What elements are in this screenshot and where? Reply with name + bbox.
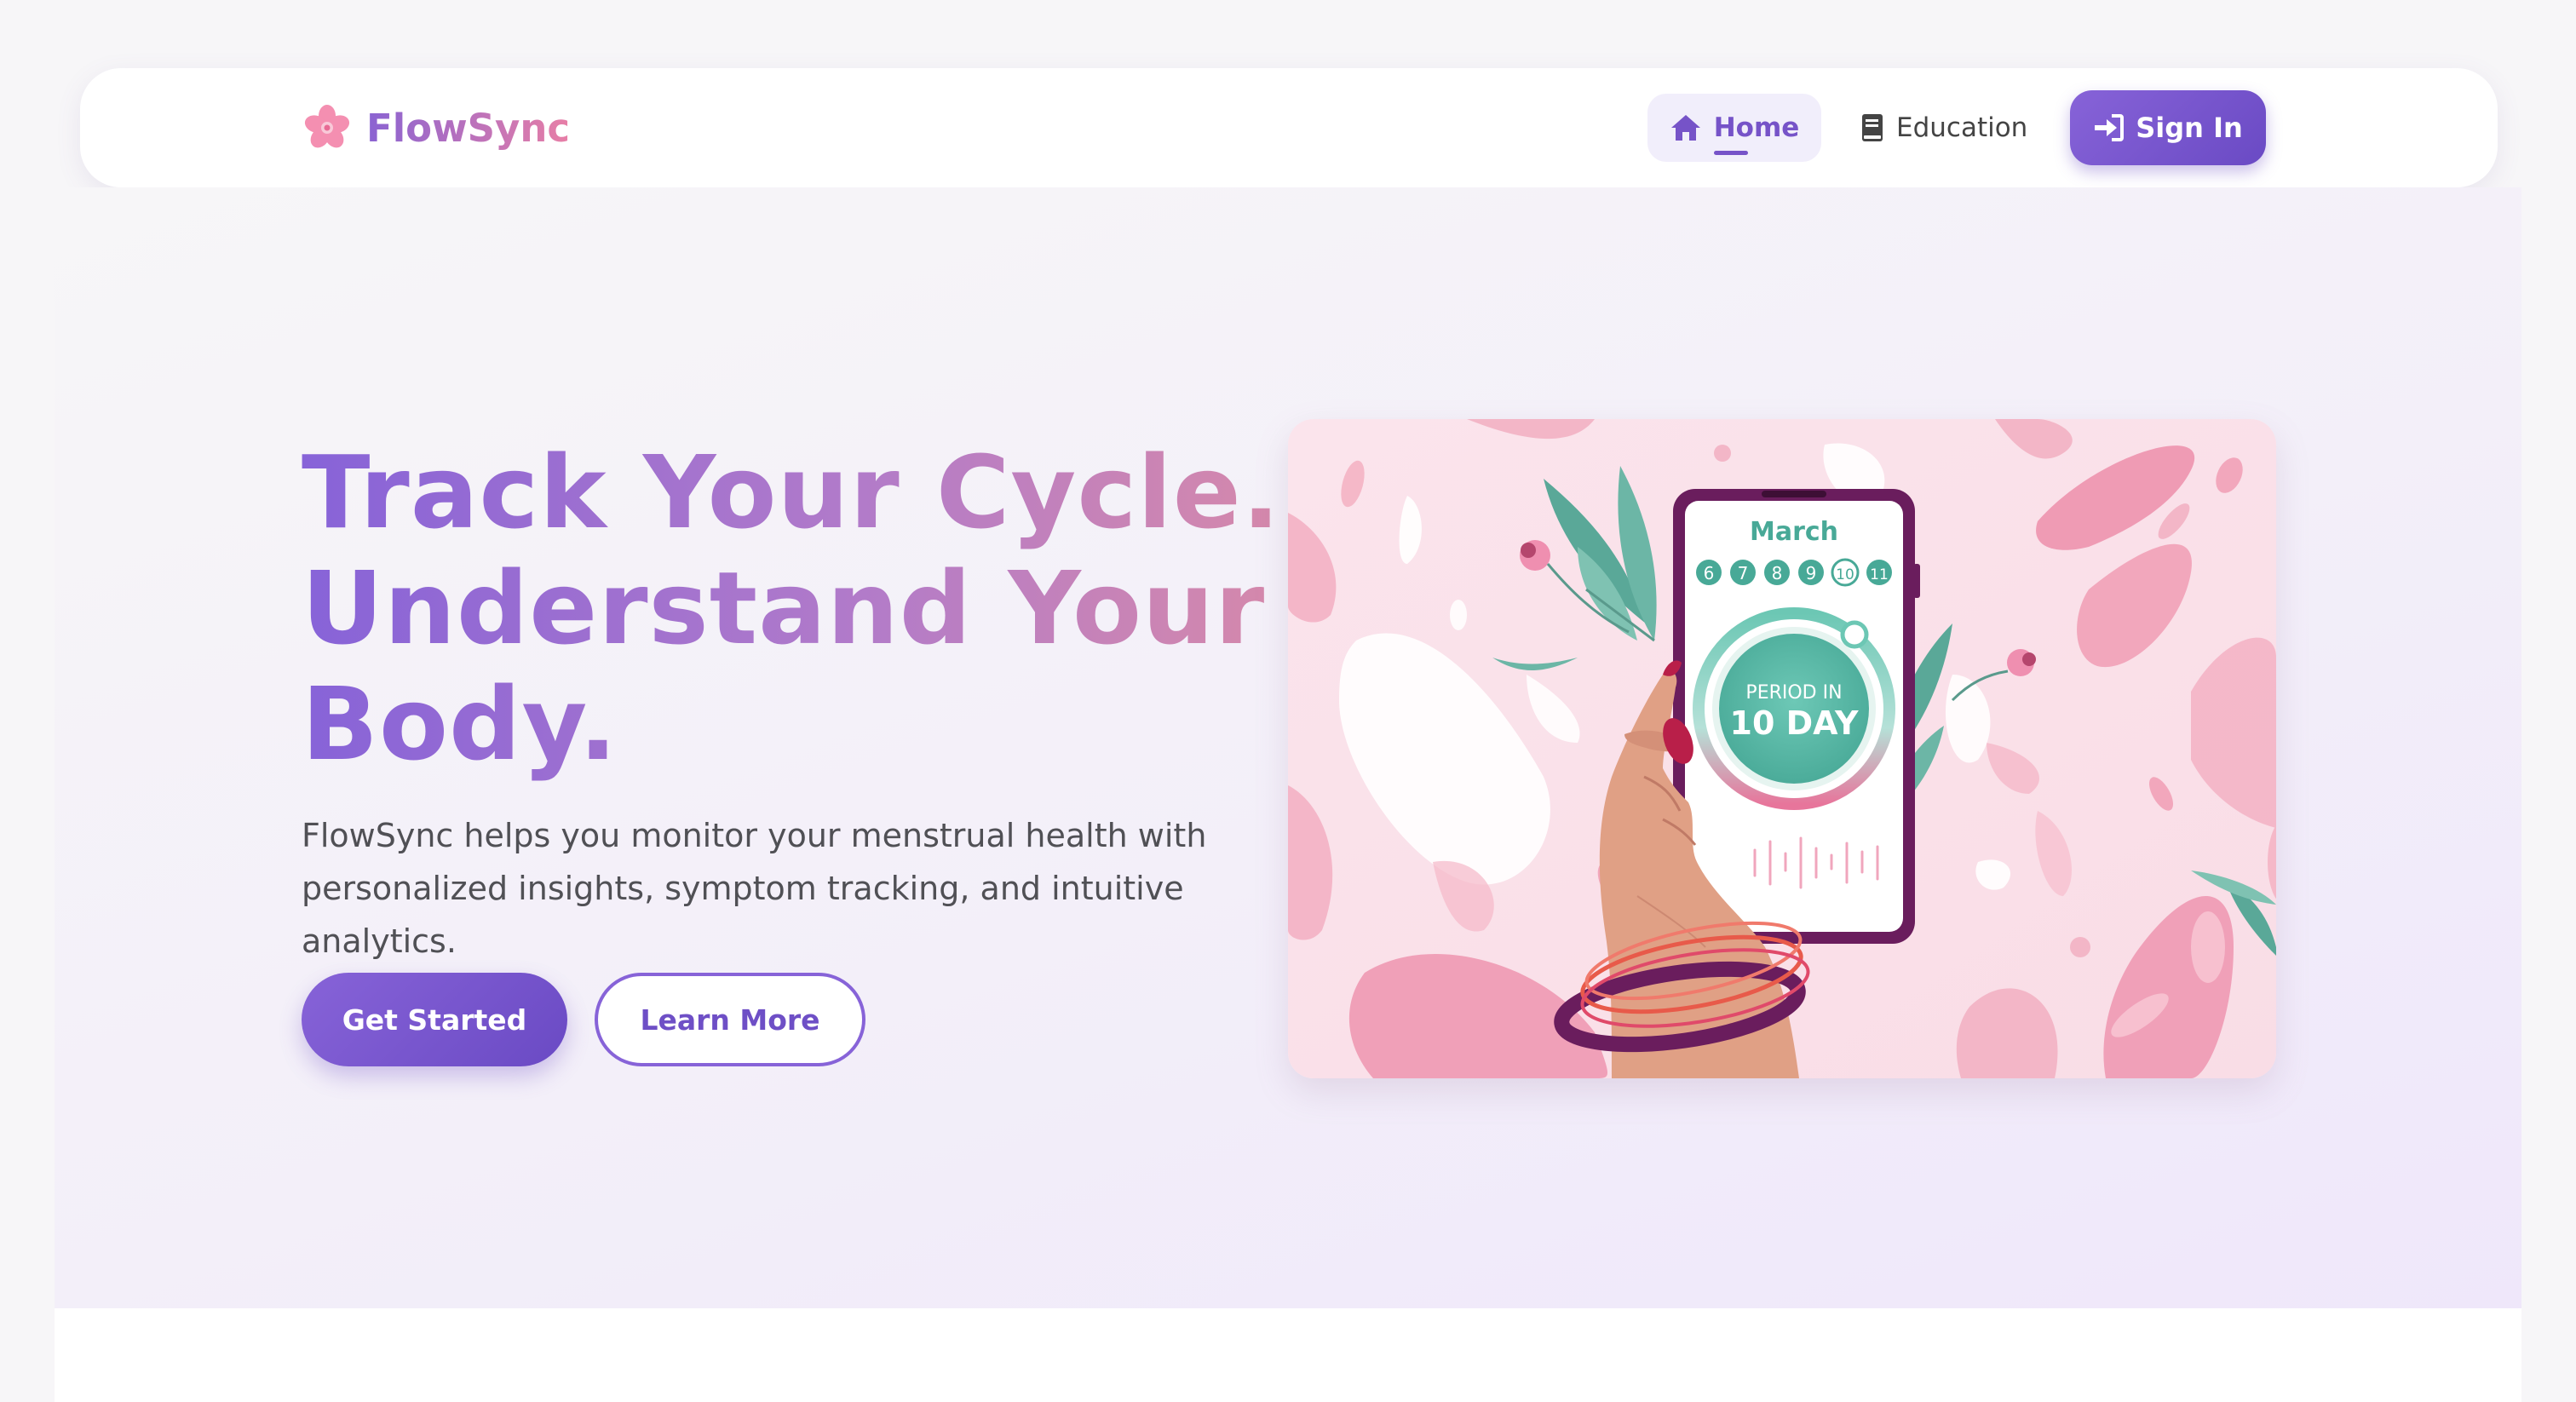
- brand-name: FlowSync: [366, 105, 571, 151]
- hero-illustration: March 6 7 8 9 10 11 PERIOD IN 10 DAY: [1288, 419, 2276, 1078]
- brand-logo[interactable]: FlowSync: [303, 102, 570, 153]
- calendar-day-2: 7: [1738, 563, 1749, 583]
- hero-title-line-1: Track Your Cycle.: [302, 434, 1324, 550]
- calendar-day-3: 8: [1772, 563, 1783, 583]
- nav-education-link[interactable]: Education: [1860, 94, 2027, 162]
- sign-in-icon: [2095, 114, 2125, 141]
- home-icon: [1670, 115, 1700, 141]
- top-navbar: FlowSync Home Education Sign In: [80, 68, 2498, 187]
- calendar-day-6: 11: [1870, 566, 1889, 583]
- hero-subtitle: FlowSync helps you monitor your menstrua…: [302, 817, 1207, 960]
- hero-title: Track Your Cycle. Understand Your Body.: [302, 434, 1324, 782]
- cycle-status-line-1: PERIOD IN: [1745, 682, 1842, 704]
- hero-title-line-3: Body.: [302, 666, 1324, 782]
- phone-in-hand-illustration: March 6 7 8 9 10 11 PERIOD IN 10 DAY: [1288, 419, 2276, 1078]
- book-icon: [1862, 114, 1883, 141]
- sign-in-button[interactable]: Sign In: [2070, 90, 2266, 165]
- nav-home-link[interactable]: Home: [1647, 94, 1821, 162]
- hero-title-line-2: Understand Your: [302, 550, 1324, 666]
- calendar-month-label: March: [1750, 517, 1838, 547]
- cycle-ring: PERIOD IN 10 DAY: [1693, 607, 1895, 810]
- hero-section: Track Your Cycle. Understand Your Body. …: [55, 187, 2521, 1308]
- get-started-button[interactable]: Get Started: [302, 973, 567, 1066]
- cherry-blossom-icon: [304, 105, 350, 148]
- calendar-day-5: 10: [1836, 566, 1854, 583]
- nav-education-label: Education: [1896, 112, 2028, 143]
- phone: March 6 7 8 9 10 11 PERIOD IN 10 DAY: [1673, 489, 1920, 944]
- cycle-status-line-2: 10 DAY: [1730, 704, 1859, 742]
- next-section: [55, 1308, 2521, 1402]
- calendar-day-1: 6: [1704, 563, 1715, 583]
- learn-more-button[interactable]: Learn More: [595, 973, 865, 1066]
- nav-home-label: Home: [1713, 112, 1800, 155]
- calendar-day-4: 9: [1806, 563, 1817, 583]
- sign-in-label: Sign In: [2136, 112, 2243, 144]
